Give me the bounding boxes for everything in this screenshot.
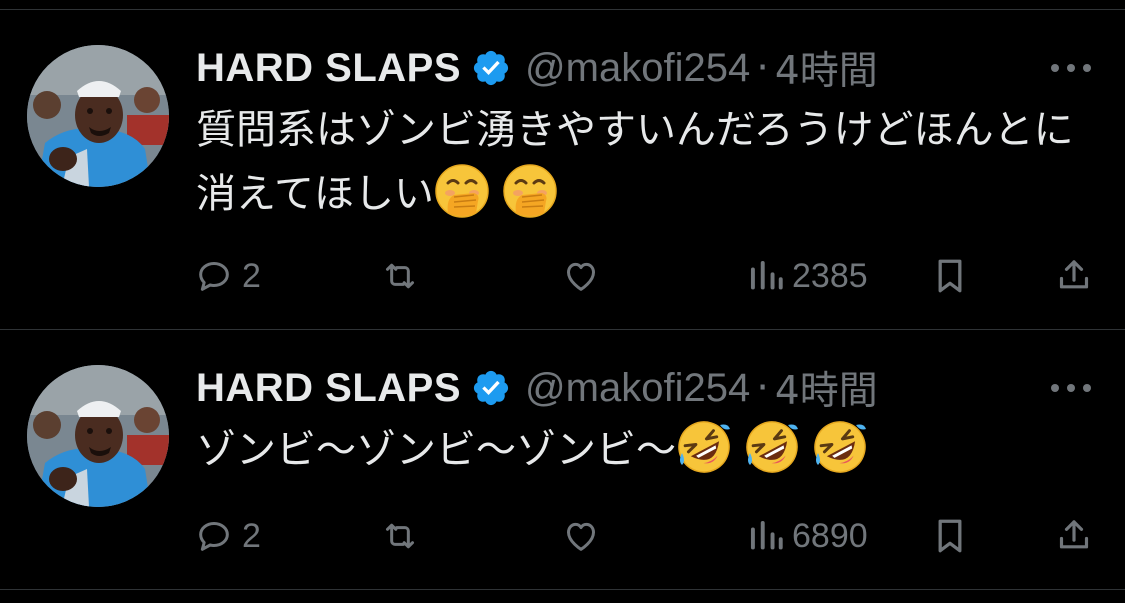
separator-dot: · — [756, 45, 769, 91]
handle[interactable]: @makofi254 — [525, 366, 750, 411]
divider — [0, 589, 1125, 590]
view-count: 2385 — [792, 256, 868, 295]
separator-dot: · — [756, 365, 769, 411]
reply-count: 2 — [242, 256, 261, 295]
timestamp[interactable]: 4時間 — [775, 360, 878, 416]
avatar-photo — [27, 45, 169, 187]
retweet-icon — [386, 523, 414, 549]
like-button[interactable] — [561, 508, 601, 564]
views-icon — [750, 520, 783, 550]
tweet-actions: 2 6890 — [0, 508, 1125, 564]
more-options-icon[interactable] — [1048, 58, 1094, 78]
tweet-actions: 2 2385 — [0, 248, 1125, 304]
bookmark-button[interactable] — [932, 248, 968, 304]
retweet-button[interactable] — [380, 508, 420, 564]
rolling-on-the-floor-laughing-emoji-icon — [744, 419, 800, 475]
rolling-on-the-floor-laughing-emoji-icon — [676, 419, 732, 475]
heart-icon — [567, 522, 595, 551]
tweet-text: 質問系はゾンビ湧きやすいんだろうけどほんとに消えてほしい — [196, 98, 1101, 226]
views-button[interactable]: 6890 — [748, 508, 868, 564]
bookmark-icon — [938, 259, 962, 293]
display-name[interactable]: HARD SLAPS — [196, 366, 461, 411]
views-button[interactable]: 2385 — [748, 248, 868, 304]
bookmark-icon — [938, 519, 962, 553]
timeline: HARD SLAPS @makofi254 · 4時間 質問系はゾンビ湧きやすい… — [0, 0, 1125, 603]
tweet[interactable]: HARD SLAPS @makofi254 · 4時間 ゾンビ〜ゾンビ〜ゾンビ〜… — [0, 320, 1125, 580]
share-icon — [1059, 520, 1089, 549]
view-count: 6890 — [792, 516, 868, 555]
tweet[interactable]: HARD SLAPS @makofi254 · 4時間 質問系はゾンビ湧きやすい… — [0, 0, 1125, 295]
handle[interactable]: @makofi254 — [525, 46, 750, 91]
share-button[interactable] — [1054, 248, 1094, 304]
timestamp[interactable]: 4時間 — [775, 40, 878, 96]
face-with-hand-over-mouth-emoji-icon — [434, 163, 490, 219]
retweet-icon — [386, 263, 414, 289]
reply-count: 2 — [242, 516, 261, 555]
share-icon — [1059, 260, 1089, 289]
tweet-header: HARD SLAPS @makofi254 · 4時間 — [196, 360, 878, 416]
tweet-text: ゾンビ〜ゾンビ〜ゾンビ〜 — [196, 418, 1101, 482]
reply-button[interactable]: 2 — [194, 508, 261, 564]
display-name[interactable]: HARD SLAPS — [196, 46, 461, 91]
retweet-button[interactable] — [380, 248, 420, 304]
tweet-text-content: 質問系はゾンビ湧きやすいんだろうけどほんとに消えてほしい — [196, 107, 1074, 217]
reply-icon — [199, 262, 229, 291]
verified-badge-icon[interactable] — [471, 48, 511, 88]
like-button[interactable] — [561, 248, 601, 304]
face-with-hand-over-mouth-emoji-icon — [502, 163, 558, 219]
reply-icon — [199, 522, 229, 551]
avatar[interactable] — [27, 365, 169, 507]
avatar[interactable] — [27, 45, 169, 187]
verified-badge-icon[interactable] — [471, 368, 511, 408]
avatar-photo — [27, 365, 169, 507]
rolling-on-the-floor-laughing-emoji-icon — [812, 419, 868, 475]
tweet-header: HARD SLAPS @makofi254 · 4時間 — [196, 40, 878, 96]
heart-icon — [567, 262, 595, 291]
share-button[interactable] — [1054, 508, 1094, 564]
more-options-icon[interactable] — [1048, 378, 1094, 398]
bookmark-button[interactable] — [932, 508, 968, 564]
views-icon — [750, 260, 783, 290]
tweet-text-content: ゾンビ〜ゾンビ〜ゾンビ〜 — [196, 427, 676, 473]
reply-button[interactable]: 2 — [194, 248, 261, 304]
